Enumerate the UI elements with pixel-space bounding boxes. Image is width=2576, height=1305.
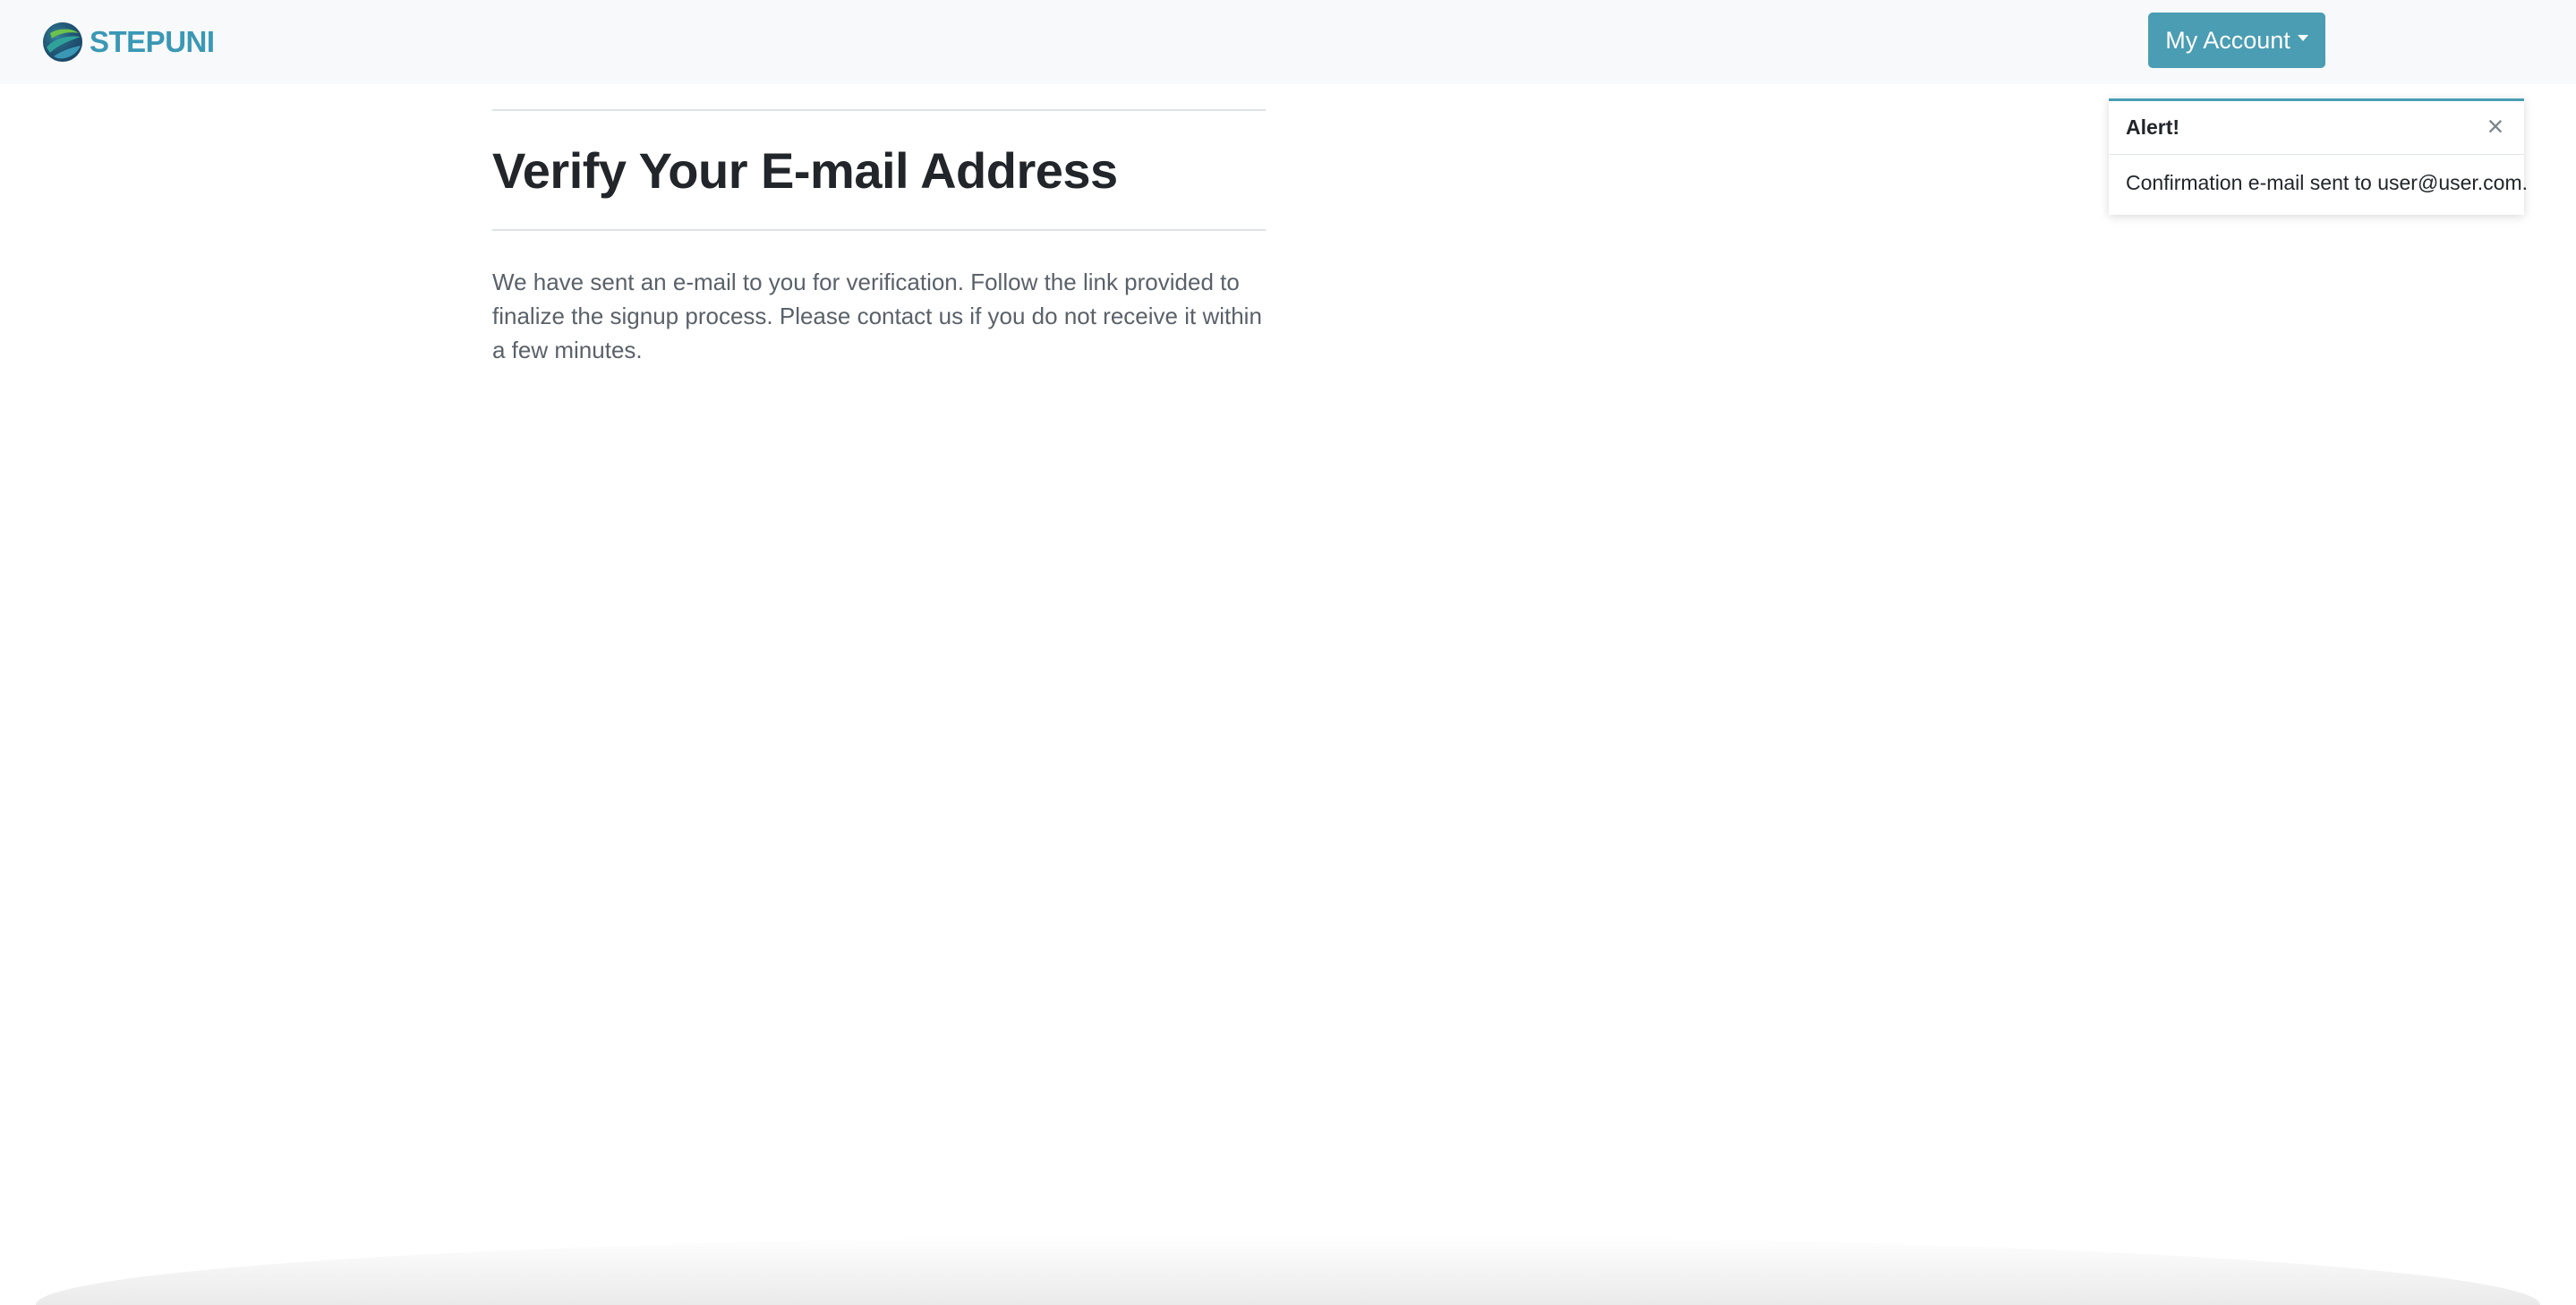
my-account-dropdown-button[interactable]: My Account [2148, 13, 2325, 68]
verification-message: We have sent an e-mail to you for verifi… [492, 268, 1262, 363]
close-icon[interactable]: × [2479, 108, 2512, 144]
brand-name: STEPUNI [90, 25, 215, 58]
my-account-label: My Account [2165, 26, 2290, 54]
toast-header: Alert! × [2109, 101, 2524, 155]
brand-link[interactable]: STEPUNI [41, 20, 215, 64]
toast-message: Confirmation e-mail sent to user@user.co… [2126, 171, 2529, 194]
title-divider [492, 228, 1266, 231]
globe-swoosh-icon [43, 22, 82, 62]
navbar: STEPUNI My Account [0, 0, 2576, 84]
bottom-shadow [36, 1235, 2540, 1305]
toast-title: Alert! [2126, 115, 2180, 139]
page: STEPUNI My Account Verify Your E-mail Ad… [0, 0, 2576, 1305]
top-divider [492, 109, 1266, 111]
alert-toast: Alert! × Confirmation e-mail sent to use… [2109, 98, 2529, 215]
caret-down-icon [2297, 34, 2308, 41]
page-title: Verify Your E-mail Address [492, 142, 1118, 199]
main-content: Verify Your E-mail Address We have sent … [492, 109, 1266, 390]
